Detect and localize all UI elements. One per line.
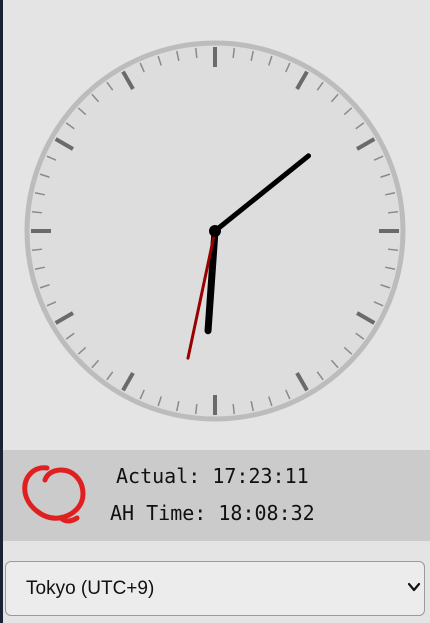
clock-center-pin <box>209 225 221 237</box>
time-info-panel: Actual: 17:23:11 AH Time: 18:08:32 <box>3 450 430 541</box>
analog-clock <box>3 0 430 450</box>
timezone-select[interactable]: Tokyo (UTC+9) <box>5 561 425 616</box>
clock-face <box>24 40 406 422</box>
minute-tick <box>232 403 235 415</box>
app-root: Actual: 17:23:11 AH Time: 18:08:32 Tokyo… <box>3 0 430 623</box>
actual-time-value: 17:23:11 <box>212 464 309 488</box>
ah-logo-icon <box>22 465 86 524</box>
ah-time-readout: AH Time: 18:08:32 <box>110 501 370 525</box>
ah-time-value: 18:08:32 <box>218 501 315 525</box>
minute-tick <box>387 211 399 214</box>
minute-tick <box>387 248 399 251</box>
ah-time-label: AH Time: <box>110 501 207 525</box>
actual-label: Actual: <box>116 464 201 488</box>
minute-tick <box>31 248 43 251</box>
minute-tick <box>31 211 43 214</box>
minute-tick <box>195 403 198 415</box>
actual-time-readout: Actual: 17:23:11 <box>116 464 376 488</box>
minute-tick <box>195 47 198 59</box>
minute-tick <box>232 47 235 59</box>
